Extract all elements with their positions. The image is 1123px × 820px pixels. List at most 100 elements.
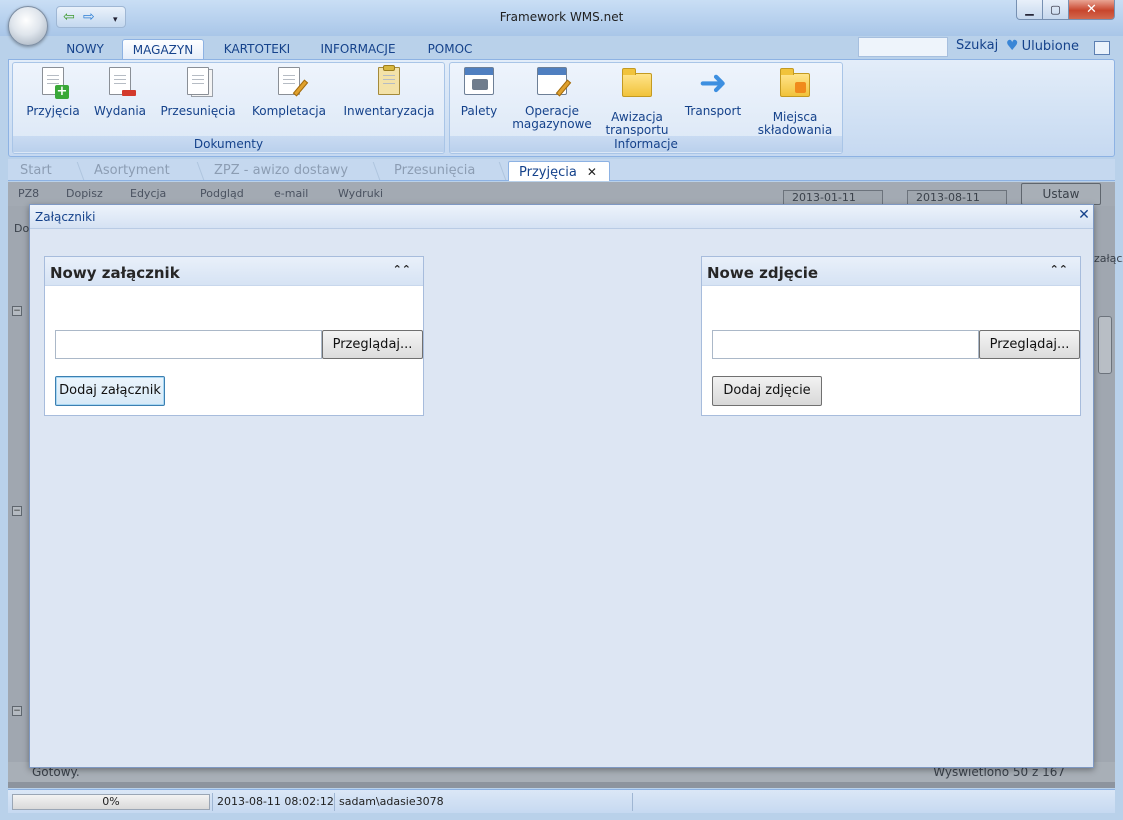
bg-toolbar-edycja: Edycja: [130, 187, 167, 200]
status-user: sadam\adasie3078: [334, 793, 632, 811]
bg-toolbar-dopisz: Dopisz: [66, 187, 103, 200]
bg-left-column: [8, 206, 30, 768]
bg-column-end: załącz: [1094, 252, 1123, 265]
bg-scrollbar-thumb: [1098, 316, 1112, 374]
folder-rss-icon: [779, 68, 811, 105]
search-input[interactable]: [858, 37, 948, 57]
clipboard-icon: [373, 65, 405, 99]
bg-group-expander: −: [12, 506, 22, 516]
close-icon: ✕: [1086, 2, 1097, 17]
status-empty-cell: [632, 793, 1112, 811]
new-attachment-panel: Nowy załącznik ⌃⌃ Przeglądaj... Dodaj za…: [44, 256, 424, 416]
group-label-informacje: Informacje: [450, 136, 842, 152]
minimize-button[interactable]: ▁: [1016, 0, 1043, 20]
favorites-link[interactable]: ♥ Ulubione: [1006, 38, 1079, 54]
przyjecia-label: Przyjęcia: [26, 104, 80, 118]
document-edit-icon: [273, 67, 309, 99]
bg-ustaw-button: Ustaw: [1021, 183, 1101, 205]
maximize-button[interactable]: ▢: [1043, 0, 1069, 20]
document-add-icon: +: [37, 67, 69, 99]
inwentaryzacja-label: Inwentaryzacja: [343, 104, 435, 118]
przesuniecia-label: Przesunięcia: [160, 104, 236, 118]
tab-magazyn[interactable]: MAGAZYN: [122, 39, 204, 59]
group-dokumenty: + Przyjęcia Wydania Przesunięcia Komplet…: [12, 62, 445, 154]
add-attachment-button[interactable]: Dodaj załącznik: [55, 376, 165, 406]
add-photo-button[interactable]: Dodaj zdjęcie: [712, 376, 822, 406]
bg-column-start: Do: [14, 222, 30, 235]
progress-bar: 0%: [12, 794, 210, 810]
ribbon: + Przyjęcia Wydania Przesunięcia Komplet…: [8, 59, 1115, 157]
przesuniecia-button[interactable]: Przesunięcia: [157, 67, 239, 118]
panel-header: Nowy załącznik ⌃⌃: [45, 257, 423, 286]
palety-button[interactable]: Palety: [456, 67, 502, 118]
wydania-label: Wydania: [93, 104, 147, 118]
application-menu-orb[interactable]: [8, 6, 48, 46]
search-link[interactable]: Szukaj: [956, 38, 998, 53]
close-window-button[interactable]: ✕: [1069, 0, 1115, 20]
bg-group-expander: −: [12, 706, 22, 716]
dialog-title: Załączniki: [35, 210, 96, 224]
przyjecia-button[interactable]: + Przyjęcia: [21, 67, 85, 118]
transport-label: Transport: [684, 104, 742, 118]
tab-nowy[interactable]: NOWY: [58, 39, 112, 59]
close-tab-icon[interactable]: ✕: [587, 165, 597, 179]
status-datetime: 2013-08-11 08:02:12: [212, 793, 334, 811]
collapse-icon[interactable]: ⌃⌃: [393, 264, 411, 276]
bg-group-expander: −: [12, 306, 22, 316]
attachments-dialog: Załączniki ✕ Nowy załącznik ⌃⌃ Przegląda…: [29, 204, 1094, 768]
ribbon-minimize-icon[interactable]: [1094, 41, 1110, 55]
kompletacja-button[interactable]: Kompletacja: [247, 67, 331, 118]
tab-kartoteki[interactable]: KARTOTEKI: [218, 39, 296, 59]
dialog-header: Załączniki ✕: [30, 205, 1093, 229]
attachment-file-input[interactable]: [55, 330, 322, 359]
calendar-edit-icon: [536, 67, 572, 99]
tab-zpz-awizo-dostawy[interactable]: ZPZ - awizo dostawy: [204, 161, 376, 181]
transport-button[interactable]: ➜ Transport: [678, 63, 748, 118]
collapse-icon[interactable]: ⌃⌃: [1050, 264, 1068, 276]
palety-label: Palety: [460, 104, 498, 118]
document-remove-icon: [104, 67, 136, 99]
dialog-close-icon[interactable]: ✕: [1077, 207, 1091, 223]
status-bar: 0% 2013-08-11 08:02:12 sadam\adasie3078: [8, 789, 1115, 813]
operacje-magazynowe-button[interactable]: Operacje magazynowe: [508, 67, 596, 131]
window-controls: ▁ ▢ ✕: [1016, 0, 1115, 20]
bg-toolbar-email: e-mail: [274, 187, 309, 200]
panel-header: Nowe zdjęcie ⌃⌃: [702, 257, 1080, 286]
tab-asortyment[interactable]: Asortyment: [84, 161, 200, 181]
folder-icon: [621, 68, 653, 105]
operacje-label-line2: magazynowe: [512, 117, 592, 131]
tab-przyjecia[interactable]: Przyjęcia ✕: [508, 161, 610, 181]
inwentaryzacja-button[interactable]: Inwentaryzacja: [339, 65, 439, 118]
ribbon-tabs: NOWY MAGAZYN KARTOTEKI INFORMACJE POMOC: [8, 37, 1115, 59]
group-label-dokumenty: Dokumenty: [13, 136, 444, 152]
bg-toolbar-pz8: PZ8: [18, 187, 40, 200]
bg-toolbar-wydruki: Wydruki: [338, 187, 384, 200]
tab-przesuniecia[interactable]: Przesunięcia: [384, 161, 502, 181]
tab-informacje[interactable]: INFORMACJE: [312, 39, 404, 59]
group-informacje: Palety Operacje magazynowe Awizacja tran…: [449, 62, 843, 154]
browse-attachment-button[interactable]: Przeglądaj...: [322, 330, 423, 359]
maximize-icon: ▢: [1050, 3, 1061, 16]
bg-right-column: [1094, 206, 1115, 768]
panel-title: Nowe zdjęcie: [707, 264, 819, 282]
awizacja-transportu-button[interactable]: Awizacja transportu: [602, 67, 672, 137]
title-bar: ⇦ ⇨ ▾ Framework WMS.net ▁ ▢ ✕: [0, 0, 1123, 36]
documents-copy-icon: [182, 67, 214, 99]
tab-pomoc[interactable]: POMOC: [418, 39, 482, 59]
tab-przyjecia-label: Przyjęcia: [519, 165, 577, 180]
window-title: Framework WMS.net: [499, 10, 624, 24]
heart-icon: ♥: [1006, 38, 1019, 54]
calendar-truck-icon: [463, 67, 495, 99]
kompletacja-label: Kompletacja: [252, 104, 326, 118]
photo-file-input[interactable]: [712, 330, 979, 359]
tab-start[interactable]: Start: [10, 161, 80, 181]
minimize-icon: ▁: [1025, 3, 1034, 16]
favorites-label: Ulubione: [1021, 38, 1079, 54]
browse-photo-button[interactable]: Przeglądaj...: [979, 330, 1080, 359]
bg-toolbar-podglad: Podgląd: [200, 187, 244, 200]
new-photo-panel: Nowe zdjęcie ⌃⌃ Przeglądaj... Dodaj zdję…: [701, 256, 1081, 416]
arrow-right-icon: ➜: [698, 63, 728, 103]
document-tabs: Start Asortyment ZPZ - awizo dostawy Prz…: [8, 159, 1115, 181]
miejsca-skladowania-button[interactable]: Miejsca składowania: [754, 67, 836, 137]
wydania-button[interactable]: Wydania: [91, 67, 149, 118]
